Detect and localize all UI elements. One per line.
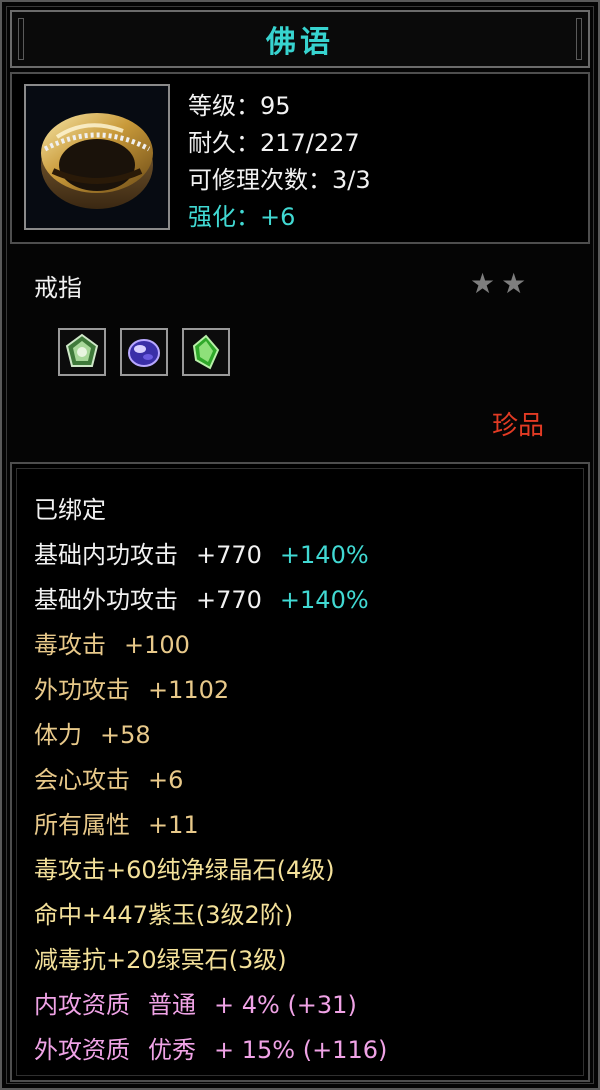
aptitude-external: 外攻资质 优秀 + 15% (+116)	[34, 1028, 387, 1073]
socket-attribute: 毒攻击+60纯净绿晶石(4级)	[34, 856, 335, 884]
attr-value: +770	[196, 586, 262, 614]
green-crystal-gem-icon[interactable]	[182, 328, 230, 376]
green-white-gem-icon[interactable]	[58, 328, 106, 376]
base-external-attack: 基础外功攻击 +770 +140%	[34, 578, 387, 623]
aptitude-grade: 普通	[148, 991, 196, 1019]
durability-line: 耐久：217/227	[188, 129, 360, 157]
title-bar: 佛语	[10, 10, 590, 68]
attributes-panel: 已绑定 基础内功攻击 +770 +140% 基础外功攻击 +770 +140% 毒攻击 +…	[10, 462, 590, 1082]
star-icon: ★	[470, 267, 496, 300]
attr-value: +6	[148, 766, 184, 794]
aptitude-grade: 优秀	[148, 1036, 196, 1064]
attr-value: +1102	[148, 676, 230, 704]
title-ornament-right	[576, 18, 582, 60]
aptitude-value: + 15% (+116)	[214, 1036, 388, 1064]
attr-label: 基础外功攻击	[34, 586, 178, 614]
attr-label: 体力	[34, 721, 82, 749]
attr-label: 会心攻击	[34, 766, 130, 794]
item-header: 等级：95 耐久：217/227 可修理次数：3/3 强化：+6	[10, 72, 590, 244]
attr-value: +100	[124, 631, 190, 659]
attr-label: 毒攻击	[34, 631, 106, 659]
socket-attribute: 减毒抗+20绿冥石(3级)	[34, 946, 287, 974]
star-icon: ★	[501, 267, 527, 300]
title-ornament-left	[18, 18, 24, 60]
attr-value: +11	[148, 811, 199, 839]
aptitude-label: 外攻资质	[34, 1036, 130, 1064]
attr-value: +770	[196, 541, 262, 569]
bonus-attribute: 会心攻击 +6	[34, 758, 387, 803]
gem-image-2	[128, 339, 160, 367]
base-internal-attack: 基础内功攻击 +770 +140%	[34, 533, 387, 578]
bound-status: 已绑定	[34, 496, 106, 524]
item-type: 戒指	[34, 274, 82, 302]
bonus-attribute: 体力 +58	[34, 713, 387, 758]
gem-image-1	[65, 333, 99, 367]
attr-label: 外功攻击	[34, 676, 130, 704]
bonus-attribute: 外功攻击 +1102	[34, 668, 387, 713]
aptitude-label: 内攻资质	[34, 991, 130, 1019]
aptitude-value: + 4% (+31)	[214, 991, 357, 1019]
ring-icon[interactable]	[24, 84, 170, 230]
level-line: 等级：95	[188, 92, 291, 120]
enhance-line: 强化：+6	[188, 203, 296, 231]
rarity-label: 珍品	[492, 411, 545, 441]
attr-value: +58	[100, 721, 151, 749]
socket-attribute: 命中+447紫玉(3级2阶)	[34, 901, 294, 929]
gem-sockets	[58, 328, 230, 376]
ring-image	[41, 113, 153, 209]
repair-count-line: 可修理次数：3/3	[188, 166, 371, 194]
star-rating: ★ ★	[470, 268, 526, 300]
bonus-attribute: 毒攻击 +100	[34, 623, 387, 668]
attr-percent: +140%	[279, 586, 369, 614]
attr-percent: +140%	[279, 541, 369, 569]
aptitude-internal: 内攻资质 普通 + 4% (+31)	[34, 983, 387, 1028]
blue-purple-gem-icon[interactable]	[120, 328, 168, 376]
attribute-list: 已绑定 基础内功攻击 +770 +140% 基础外功攻击 +770 +140% 毒攻击 +…	[34, 488, 387, 1073]
attr-label: 所有属性	[34, 811, 130, 839]
gem-image-3	[192, 334, 220, 370]
bonus-attribute: 所有属性 +11	[34, 803, 387, 848]
item-stats: 等级：95 耐久：217/227 可修理次数：3/3 强化：+6	[188, 88, 371, 236]
item-name: 佛语	[266, 25, 334, 60]
attr-label: 基础内功攻击	[34, 541, 178, 569]
